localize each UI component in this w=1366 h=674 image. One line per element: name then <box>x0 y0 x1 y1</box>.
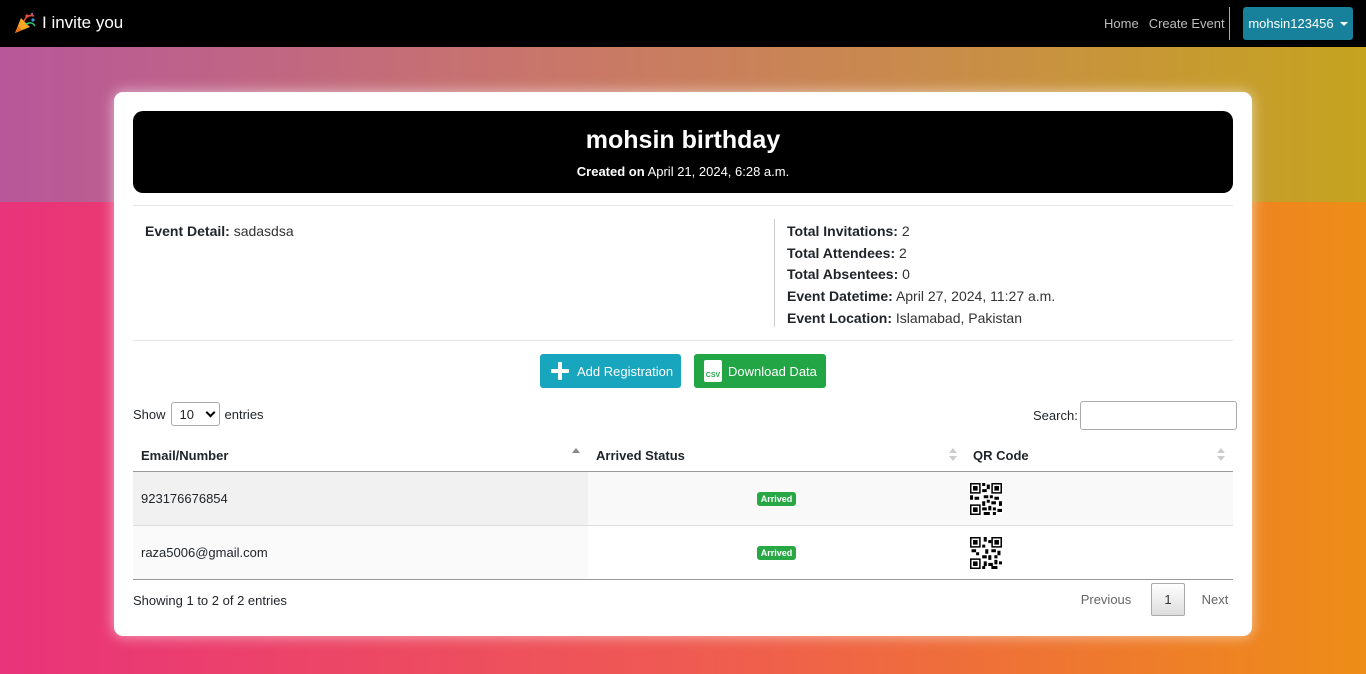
column-header-email-number[interactable]: Email/Number <box>133 440 588 471</box>
stat-label: Event Location: <box>787 309 893 326</box>
navbar: I invite you Home Create Event mohsin123… <box>0 0 1366 47</box>
vertical-divider <box>774 219 775 327</box>
cell-qr <box>965 526 1233 579</box>
event-detail-label: Event Detail: <box>145 223 230 239</box>
cell-status: Arrived <box>588 526 965 579</box>
event-header: mohsin birthday Created on April 21, 202… <box>133 111 1233 193</box>
stat-event-datetime: Event Datetime: April 27, 2024, 11:27 a.… <box>787 288 1055 310</box>
stat-value: April 27, 2024, 11:27 a.m. <box>895 288 1056 305</box>
table-row: 923176676854 Arrived <box>133 472 1233 526</box>
download-data-label: Download Data <box>728 363 817 379</box>
stat-event-location: Event Location: Islamabad, Pakistan <box>787 310 1055 332</box>
party-popper-icon <box>15 12 36 33</box>
search-label: Search: <box>1033 408 1078 423</box>
sort-icon <box>1217 448 1225 462</box>
nav-links: Home Create Event <box>1104 16 1235 31</box>
registrations-table: Email/Number Arrived Status QR Code 9231… <box>133 440 1233 580</box>
stat-value: Islamabad, Pakistan <box>895 309 1022 326</box>
user-name: mohsin123456 <box>1248 16 1334 31</box>
page-size-control: Show 10 entries <box>133 402 264 426</box>
search-input[interactable] <box>1079 401 1237 430</box>
previous-page-button[interactable]: Previous <box>1069 592 1143 607</box>
pagination: Previous 1 Next <box>1069 583 1237 616</box>
page-1-button[interactable]: 1 <box>1151 583 1185 616</box>
column-header-arrived-status[interactable]: Arrived Status <box>588 440 965 471</box>
cell-qr <box>965 472 1233 525</box>
page-size-select[interactable]: 10 <box>170 402 220 426</box>
nav-link-create-event[interactable]: Create Event <box>1149 16 1225 31</box>
chevron-down-icon <box>205 407 215 417</box>
show-label: Show <box>133 406 166 422</box>
table-row: raza5006@gmail.com Arrived <box>133 526 1233 580</box>
stat-value: 0 <box>902 266 910 283</box>
column-header-label: QR Code <box>973 448 1029 463</box>
nav-divider <box>1229 7 1230 40</box>
stat-total-invitations: Total Invitations: 2 <box>787 223 1055 245</box>
plus-icon <box>551 362 569 380</box>
created-label: Created on <box>576 164 645 179</box>
sort-icon <box>949 448 957 462</box>
add-registration-button[interactable]: Add Registration <box>540 354 681 388</box>
event-card: mohsin birthday Created on April 21, 202… <box>114 92 1252 636</box>
stat-label: Total Absentees: <box>787 266 899 283</box>
event-title: mohsin birthday <box>585 126 781 154</box>
stat-total-attendees: Total Attendees: 2 <box>787 245 1055 267</box>
sort-asc-icon <box>572 448 580 462</box>
cell-contact: raza5006@gmail.com <box>133 526 588 579</box>
divider <box>133 205 1233 206</box>
event-stats: Total Invitations: 2 Total Attendees: 2 … <box>787 223 1055 331</box>
download-data-button[interactable]: CSV Download Data <box>694 354 826 388</box>
column-header-qr-code[interactable]: QR Code <box>965 440 1233 471</box>
nav-link-home[interactable]: Home <box>1104 16 1139 31</box>
add-registration-label: Add Registration <box>577 363 674 379</box>
created-value: April 21, 2024, 6:28 a.m. <box>647 164 790 179</box>
qr-code-icon[interactable] <box>970 536 1002 569</box>
brand[interactable]: I invite you <box>13 12 123 34</box>
column-header-label: Arrived Status <box>596 448 685 463</box>
table-header: Email/Number Arrived Status QR Code <box>133 440 1233 472</box>
stat-label: Total Invitations: <box>787 223 898 239</box>
status-badge: Arrived <box>756 545 797 560</box>
csv-file-icon: CSV <box>704 360 722 382</box>
status-badge: Arrived <box>756 491 797 506</box>
stat-label: Total Attendees: <box>787 244 896 261</box>
cell-status: Arrived <box>588 472 965 525</box>
event-detail-value: sadasdsa <box>233 223 294 239</box>
user-menu-button[interactable]: mohsin123456 <box>1243 7 1353 40</box>
stat-value: 2 <box>899 244 907 261</box>
chevron-down-icon <box>1339 21 1348 26</box>
event-created: Created on April 21, 2024, 6:28 a.m. <box>133 164 1233 179</box>
table-info: Showing 1 to 2 of 2 entries <box>133 593 287 608</box>
event-detail: Event Detail: sadasdsa <box>145 223 294 239</box>
next-page-button[interactable]: Next <box>1193 592 1237 607</box>
column-header-label: Email/Number <box>141 448 229 463</box>
table-search: Search: <box>1033 401 1237 430</box>
divider <box>133 340 1233 341</box>
page-size-value: 10 <box>179 406 194 422</box>
stat-label: Event Datetime: <box>787 288 893 305</box>
stat-value: 2 <box>901 223 910 239</box>
entries-label: entries <box>224 406 264 422</box>
qr-code-icon[interactable] <box>970 482 1002 515</box>
brand-name: I invite you <box>42 13 124 32</box>
stat-total-absentees: Total Absentees: 0 <box>787 266 1055 288</box>
cell-contact: 923176676854 <box>133 472 588 525</box>
